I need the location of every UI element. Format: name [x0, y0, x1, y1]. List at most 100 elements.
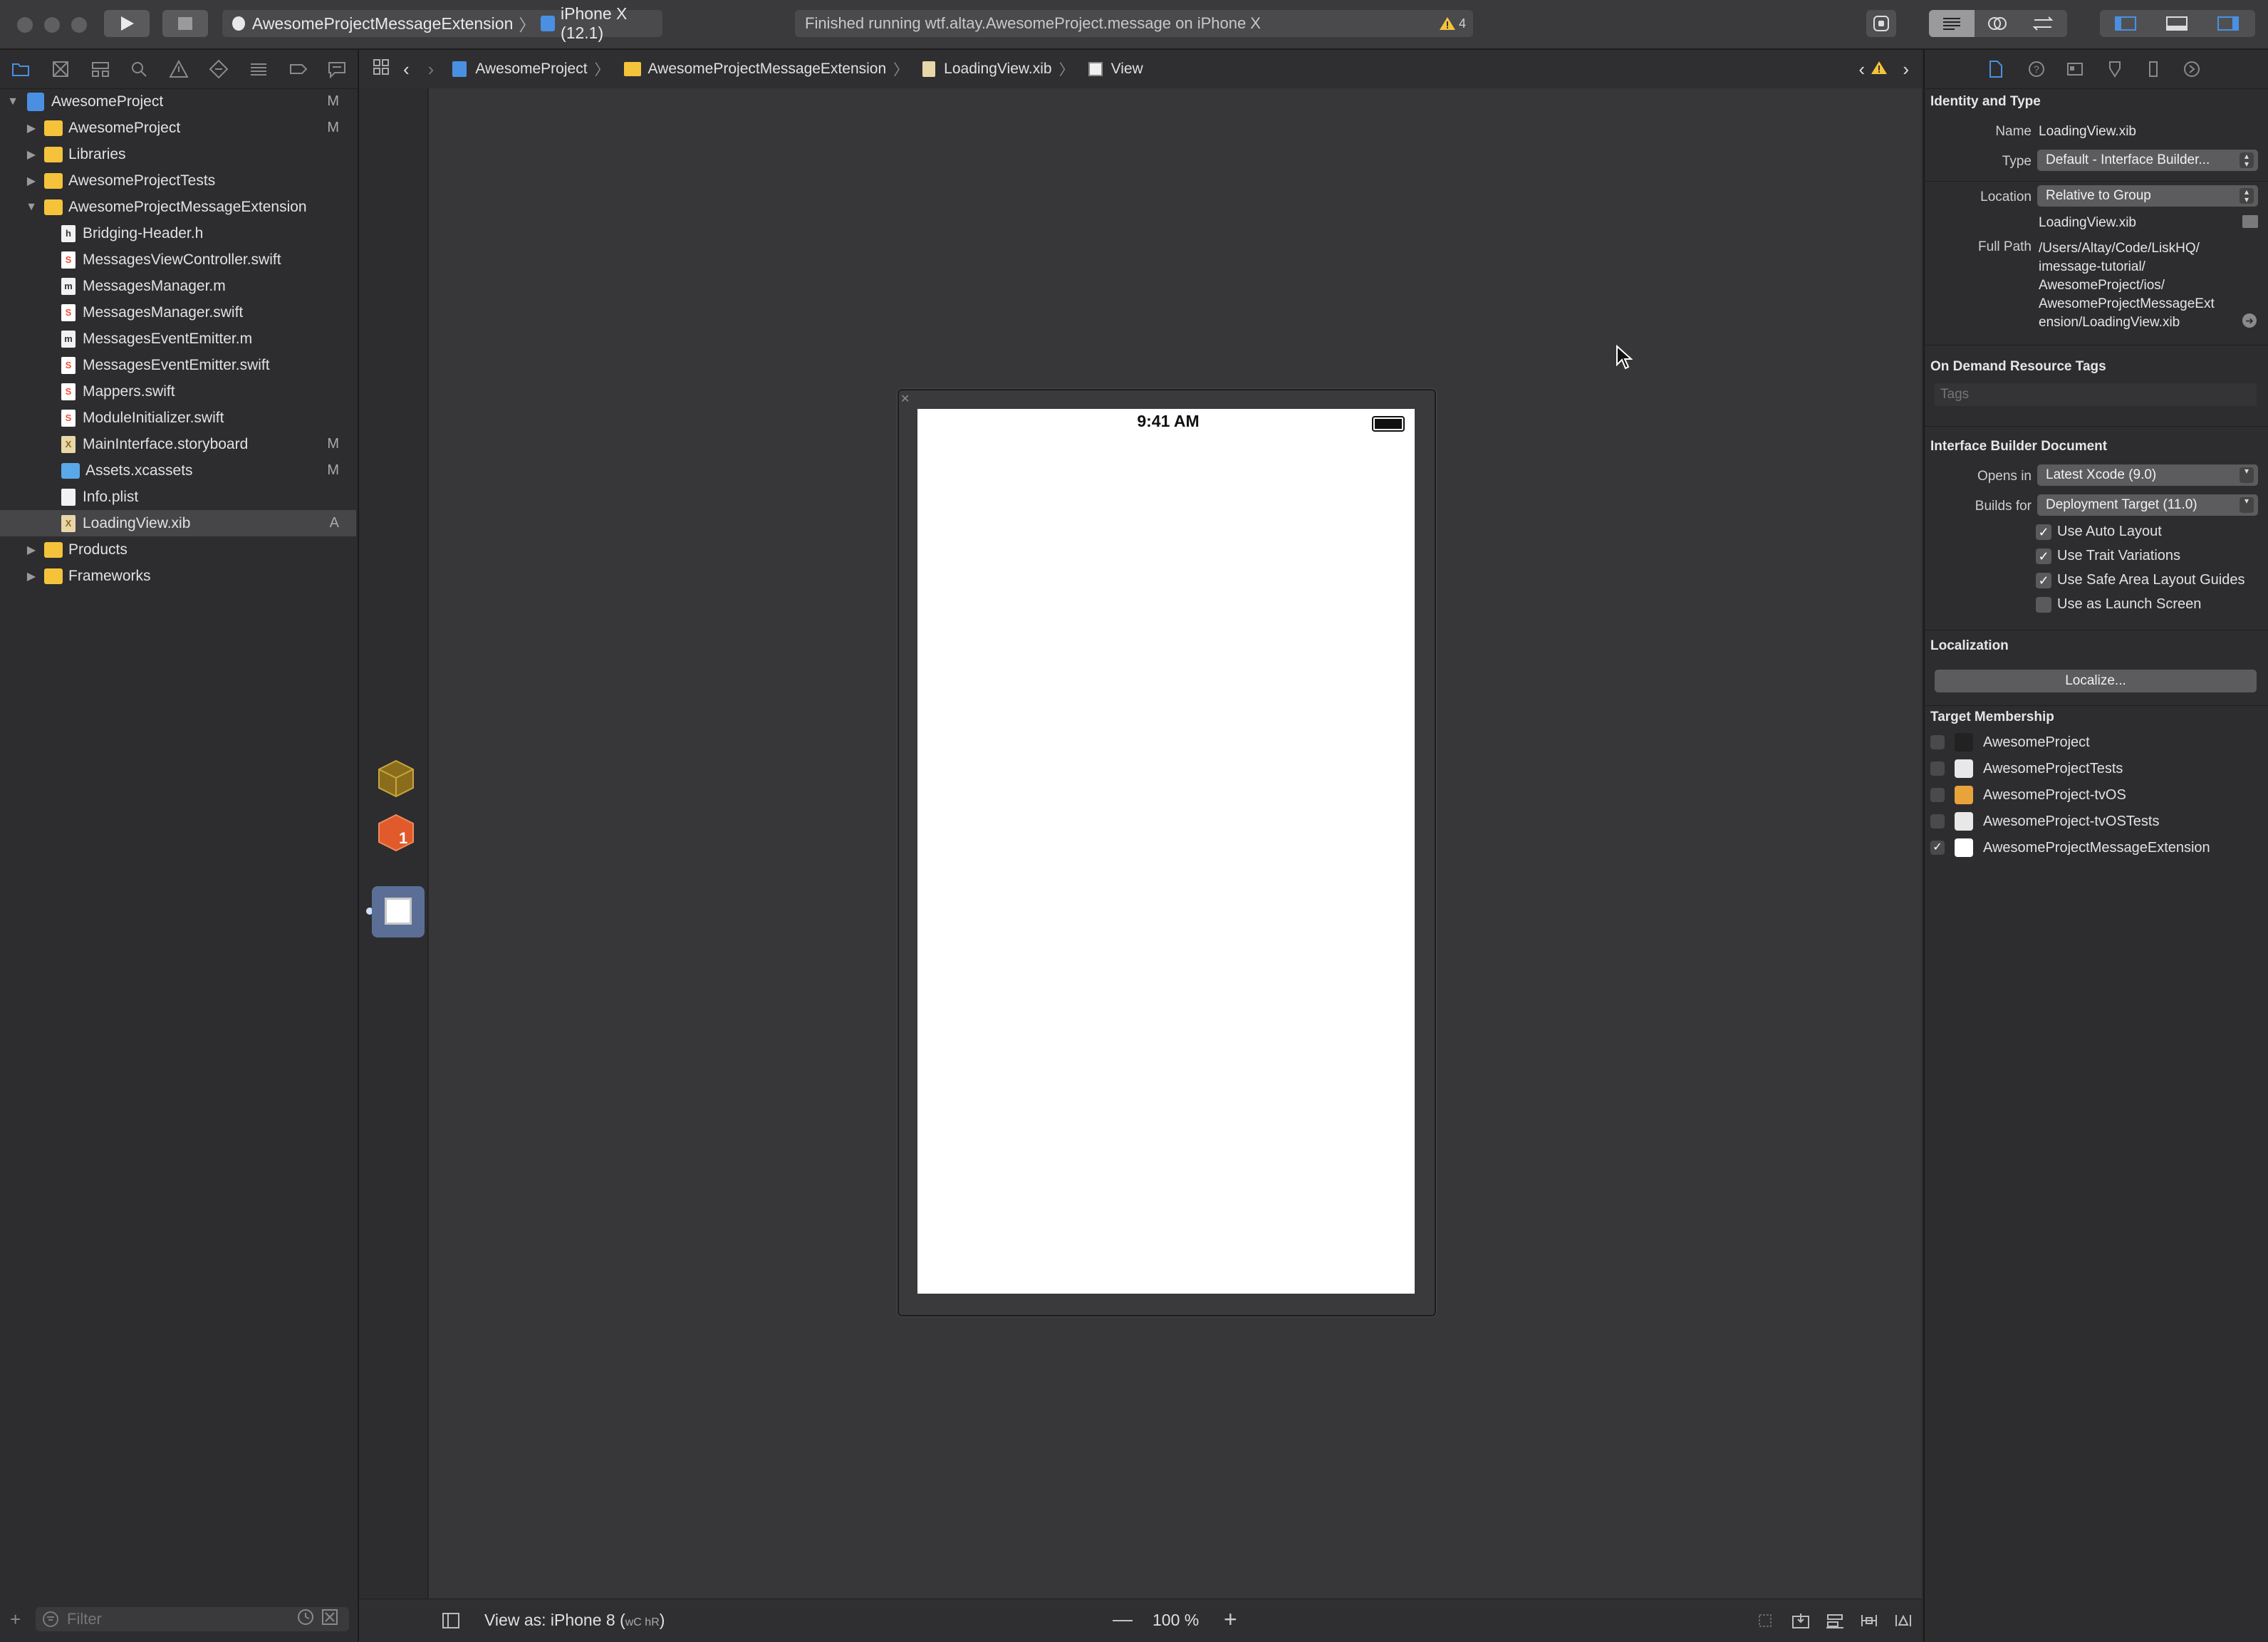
toggle-debug-button[interactable] — [2151, 10, 2202, 37]
embed-in-icon[interactable] — [1791, 1612, 1811, 1633]
file-row[interactable]: X LoadingView.xib A — [0, 510, 356, 536]
standard-editor-button[interactable] — [1929, 10, 1975, 37]
previous-issue-button[interactable]: ‹ — [1858, 58, 1865, 80]
builds-for-popup[interactable]: Deployment Target (11.0) ▾ — [2037, 494, 2258, 516]
update-frames-icon[interactable] — [1755, 1612, 1775, 1633]
back-button[interactable]: ‹ — [403, 58, 410, 80]
file-row[interactable]: m MessagesManager.m — [0, 273, 356, 299]
zoom-out-button[interactable]: — — [1113, 1608, 1133, 1631]
toggle-outline-icon[interactable] — [442, 1612, 460, 1633]
toggle-inspector-button[interactable] — [2202, 10, 2254, 37]
checkbox[interactable]: ✓ — [2036, 524, 2051, 540]
run-button[interactable] — [104, 10, 150, 37]
debug-navigator-icon[interactable] — [248, 58, 269, 80]
first-responder-icon[interactable]: 1 — [376, 812, 416, 856]
target-checkbox[interactable] — [1930, 735, 1945, 749]
reveal-in-finder-icon[interactable]: ➜ — [2242, 313, 2257, 328]
recent-files-icon[interactable] — [296, 1608, 315, 1631]
minimize-window-button[interactable] — [44, 17, 60, 33]
attributes-inspector-icon[interactable] — [2106, 60, 2124, 82]
files-owner-icon[interactable] — [376, 758, 416, 801]
group-row[interactable]: ▶ Frameworks — [0, 563, 356, 589]
group-row[interactable]: ▶ AwesomeProject M — [0, 115, 356, 141]
filter-input[interactable] — [66, 1609, 282, 1629]
close-window-button[interactable] — [17, 17, 33, 33]
disclosure-open-icon[interactable]: ▼ — [24, 201, 38, 214]
align-icon[interactable] — [1825, 1612, 1845, 1633]
target-row[interactable]: AwesomeProject-tvOS — [1923, 782, 2268, 808]
assistant-editor-button[interactable] — [1975, 10, 2020, 37]
zoom-window-button[interactable] — [71, 17, 87, 33]
target-row[interactable]: ✓ AwesomeProjectMessageExtension — [1923, 835, 2268, 861]
file-row[interactable]: m MessagesEventEmitter.m — [0, 326, 356, 352]
quick-help-icon[interactable]: ? — [2027, 60, 2046, 82]
forward-button[interactable]: › — [428, 58, 435, 80]
source-control-filter-icon[interactable] — [321, 1608, 339, 1631]
loading-view[interactable] — [917, 409, 1415, 1294]
connections-inspector-icon[interactable] — [2183, 60, 2201, 82]
folder-icon[interactable] — [10, 58, 31, 80]
navigator-filter-field[interactable] — [36, 1607, 349, 1631]
source-control-icon[interactable] — [50, 58, 71, 80]
view-as-button[interactable]: View as: iPhone 8 (wC hR) — [484, 1611, 665, 1630]
warning-icon[interactable] — [1871, 60, 1888, 80]
zoom-in-button[interactable]: + — [1224, 1606, 1237, 1633]
name-field[interactable] — [2037, 120, 2261, 144]
search-icon[interactable] — [128, 58, 150, 80]
group-row[interactable]: ▶ Libraries — [0, 141, 356, 167]
scheme-selector[interactable]: AwesomeProjectMessageExtension 〉 iPhone … — [222, 4, 662, 42]
breadcrumb-file[interactable]: LoadingView.xib 〉 — [922, 58, 1081, 80]
target-checkbox[interactable] — [1930, 788, 1945, 802]
target-checkbox[interactable] — [1930, 762, 1945, 776]
choose-file-folder-icon[interactable] — [2242, 215, 2258, 228]
breadcrumb-view[interactable]: View — [1088, 61, 1143, 78]
type-popup[interactable]: Default - Interface Builder... ▴ ▾ — [2037, 150, 2258, 171]
disclosure-closed-icon[interactable]: ▶ — [24, 174, 38, 188]
breadcrumb-project[interactable]: AwesomeProject 〉 — [452, 58, 616, 80]
file-row[interactable]: S MessagesEventEmitter.swift — [0, 352, 356, 378]
target-row[interactable]: AwesomeProject-tvOSTests — [1923, 809, 2268, 834]
view-object-button[interactable] — [372, 886, 425, 937]
file-row[interactable]: h Bridging-Header.h — [0, 220, 356, 246]
target-row[interactable]: AwesomeProjectTests — [1923, 756, 2268, 781]
target-row[interactable]: AwesomeProject — [1923, 729, 2268, 755]
size-inspector-icon[interactable] — [2144, 60, 2163, 82]
group-row[interactable]: ▶ Products — [0, 536, 356, 563]
checkbox[interactable]: ✓ — [2036, 549, 2051, 564]
project-root-row[interactable]: ▼ AwesomeProject M — [0, 88, 356, 115]
resolve-issues-icon[interactable] — [1893, 1612, 1913, 1633]
version-editor-button[interactable] — [2020, 10, 2066, 37]
group-row[interactable]: ▶ AwesomeProjectTests — [0, 167, 356, 194]
disclosure-closed-icon[interactable]: ▶ — [24, 147, 38, 162]
file-row[interactable]: S Mappers.swift — [0, 378, 356, 405]
warnings-indicator[interactable]: 4 — [1439, 16, 1466, 31]
file-row[interactable]: Assets.xcassets M — [0, 457, 356, 484]
stop-button[interactable] — [162, 10, 208, 37]
group-row[interactable]: ▼ AwesomeProjectMessageExtension — [0, 194, 356, 220]
location-popup[interactable]: Relative to Group ▴ ▾ — [2037, 185, 2258, 207]
disclosure-closed-icon[interactable]: ▶ — [24, 569, 38, 583]
localize-button[interactable]: Localize... — [1935, 670, 2257, 692]
library-button[interactable] — [1866, 10, 1896, 37]
symbol-navigator-icon[interactable] — [90, 58, 111, 80]
file-row[interactable]: X MainInterface.storyboard M — [0, 431, 356, 457]
file-row[interactable]: Info.plist — [0, 484, 356, 510]
report-navigator-icon[interactable] — [326, 58, 348, 80]
identity-inspector-icon[interactable] — [2066, 60, 2084, 82]
file-row[interactable]: S MessagesManager.swift — [0, 299, 356, 326]
breakpoint-navigator-icon[interactable] — [288, 58, 309, 80]
target-checkbox[interactable] — [1930, 814, 1945, 828]
test-navigator-icon[interactable] — [208, 58, 229, 80]
checkbox[interactable]: ✓ — [2036, 573, 2051, 588]
close-scene-icon[interactable]: ✕ — [900, 392, 910, 406]
file-row[interactable]: S ModuleInitializer.swift — [0, 405, 356, 431]
issue-navigator-icon[interactable] — [168, 58, 189, 80]
toggle-navigator-button[interactable] — [2100, 10, 2151, 37]
add-file-button[interactable]: + — [10, 1609, 21, 1631]
file-inspector-icon[interactable] — [1987, 60, 2004, 82]
disclosure-open-icon[interactable]: ▼ — [6, 95, 20, 108]
opens-in-popup[interactable]: Latest Xcode (9.0) ▾ — [2037, 464, 2258, 486]
target-checkbox[interactable]: ✓ — [1930, 841, 1945, 855]
related-items-icon[interactable] — [372, 58, 390, 80]
disclosure-closed-icon[interactable]: ▶ — [24, 543, 38, 557]
